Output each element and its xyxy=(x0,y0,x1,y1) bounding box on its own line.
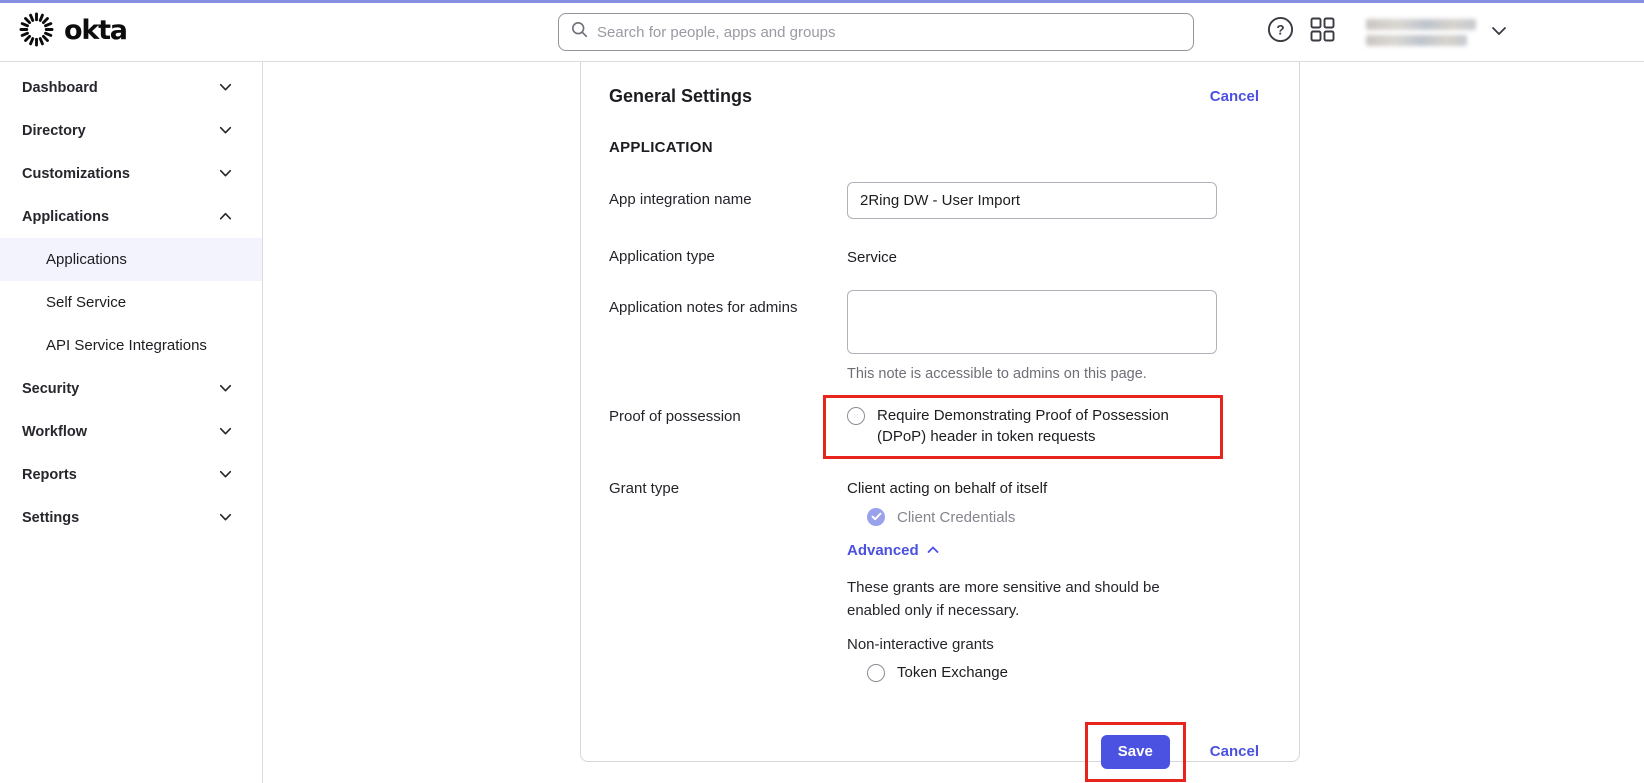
advanced-toggle-label: Advanced xyxy=(847,542,919,559)
chevron-down-icon xyxy=(1491,23,1507,41)
sidebar-item-label: Reports xyxy=(22,467,77,483)
pop-label: Proof of possession xyxy=(609,395,847,425)
non-interactive-grants-title: Non-interactive grants xyxy=(847,636,1271,653)
chevron-down-icon xyxy=(219,123,232,139)
sidebar-item-security[interactable]: Security xyxy=(0,367,262,410)
sidebar-item-label: Directory xyxy=(22,123,86,139)
sidebar-item-label: Customizations xyxy=(22,166,130,182)
app-type-value: Service xyxy=(847,248,1271,266)
notes-label: Application notes for admins xyxy=(609,290,847,316)
row-proof-of-possession: Proof of possession Require Demonstratin… xyxy=(609,395,1271,459)
row-app-integration-name: App integration name xyxy=(609,182,1271,219)
sidebar-item-label: Dashboard xyxy=(22,80,98,96)
grant-type-label: Grant type xyxy=(609,475,847,497)
chevron-down-icon xyxy=(219,424,232,440)
global-search xyxy=(558,13,1194,51)
sidebar: Dashboard Directory Customizations Appli… xyxy=(0,62,263,783)
client-credentials-row: Client Credentials xyxy=(867,508,1271,526)
chevron-up-icon xyxy=(927,541,939,559)
row-application-type: Application type Service xyxy=(609,248,1271,266)
advanced-note: These grants are more sensitive and shou… xyxy=(847,576,1203,623)
chevron-up-icon xyxy=(219,209,232,225)
dpop-highlight-box: Require Demonstrating Proof of Possessio… xyxy=(823,395,1223,459)
section-label-application: APPLICATION xyxy=(609,139,1271,156)
search-icon xyxy=(571,21,588,43)
panel-footer: Save Cancel xyxy=(581,722,1259,782)
chevron-down-icon xyxy=(219,510,232,526)
apps-grid-button[interactable] xyxy=(1310,3,1335,61)
app-name-input[interactable] xyxy=(847,182,1217,219)
client-credentials-checkbox[interactable] xyxy=(867,508,885,526)
sidebar-item-customizations[interactable]: Customizations xyxy=(0,152,262,195)
okta-logo[interactable]: okta xyxy=(18,3,127,61)
sidebar-item-dashboard[interactable]: Dashboard xyxy=(0,66,262,109)
client-credentials-label: Client Credentials xyxy=(897,509,1015,526)
token-exchange-label: Token Exchange xyxy=(897,664,1008,681)
cancel-link-bottom[interactable]: Cancel xyxy=(1210,743,1259,760)
app-type-label: Application type xyxy=(609,248,847,265)
notes-textarea[interactable] xyxy=(847,290,1217,354)
row-grant-type: Grant type Client acting on behalf of it… xyxy=(609,475,1271,682)
sidebar-subitem-label: Self Service xyxy=(46,294,126,311)
okta-aura-icon xyxy=(18,11,55,53)
sidebar-item-directory[interactable]: Directory xyxy=(0,109,262,152)
sidebar-item-reports[interactable]: Reports xyxy=(0,453,262,496)
svg-text:?: ? xyxy=(1276,22,1284,37)
save-button[interactable]: Save xyxy=(1101,735,1170,769)
account-menu[interactable] xyxy=(1366,3,1507,61)
sidebar-subitem-self-service[interactable]: Self Service xyxy=(0,281,262,324)
okta-wordmark: okta xyxy=(64,17,127,48)
app-name-label: App integration name xyxy=(609,182,847,208)
sidebar-subitem-applications[interactable]: Applications xyxy=(0,238,262,281)
token-exchange-checkbox[interactable] xyxy=(867,664,885,682)
chevron-down-icon xyxy=(219,381,232,397)
notes-helper-text: This note is accessible to admins on thi… xyxy=(847,366,1271,382)
sidebar-subitem-label: API Service Integrations xyxy=(46,337,207,354)
advanced-toggle[interactable]: Advanced xyxy=(847,541,1271,559)
sidebar-item-label: Security xyxy=(22,381,79,397)
row-application-notes: Application notes for admins This note i… xyxy=(609,290,1271,382)
chevron-down-icon xyxy=(219,80,232,96)
chevron-down-icon xyxy=(219,166,232,182)
page-title: General Settings xyxy=(609,86,752,107)
apps-grid-icon xyxy=(1310,17,1335,47)
top-bar: okta ? xyxy=(0,3,1644,62)
search-input[interactable] xyxy=(597,24,1181,41)
sidebar-subitem-label: Applications xyxy=(46,251,127,268)
okta-admin-console: okta ? xyxy=(0,0,1644,783)
token-exchange-row: Token Exchange xyxy=(867,664,1271,682)
grant-group-title: Client acting on behalf of itself xyxy=(847,475,1271,497)
save-highlight-box: Save xyxy=(1085,722,1186,782)
dpop-checkbox-label: Require Demonstrating Proof of Possessio… xyxy=(877,405,1209,447)
chevron-down-icon xyxy=(219,467,232,483)
help-button[interactable]: ? xyxy=(1267,3,1294,61)
sidebar-item-label: Applications xyxy=(22,209,109,225)
account-name-redacted xyxy=(1366,19,1476,46)
general-settings-panel: General Settings Cancel APPLICATION App … xyxy=(580,62,1300,762)
cancel-link-top[interactable]: Cancel xyxy=(1210,88,1259,105)
dpop-checkbox[interactable] xyxy=(847,407,865,425)
sidebar-item-applications[interactable]: Applications xyxy=(0,195,262,238)
help-icon: ? xyxy=(1267,16,1294,48)
sidebar-subitem-api-service-integrations[interactable]: API Service Integrations xyxy=(0,324,262,367)
sidebar-item-workflow[interactable]: Workflow xyxy=(0,410,262,453)
check-icon xyxy=(871,508,882,526)
sidebar-item-label: Workflow xyxy=(22,424,87,440)
sidebar-item-label: Settings xyxy=(22,510,79,526)
sidebar-item-settings[interactable]: Settings xyxy=(0,496,262,539)
